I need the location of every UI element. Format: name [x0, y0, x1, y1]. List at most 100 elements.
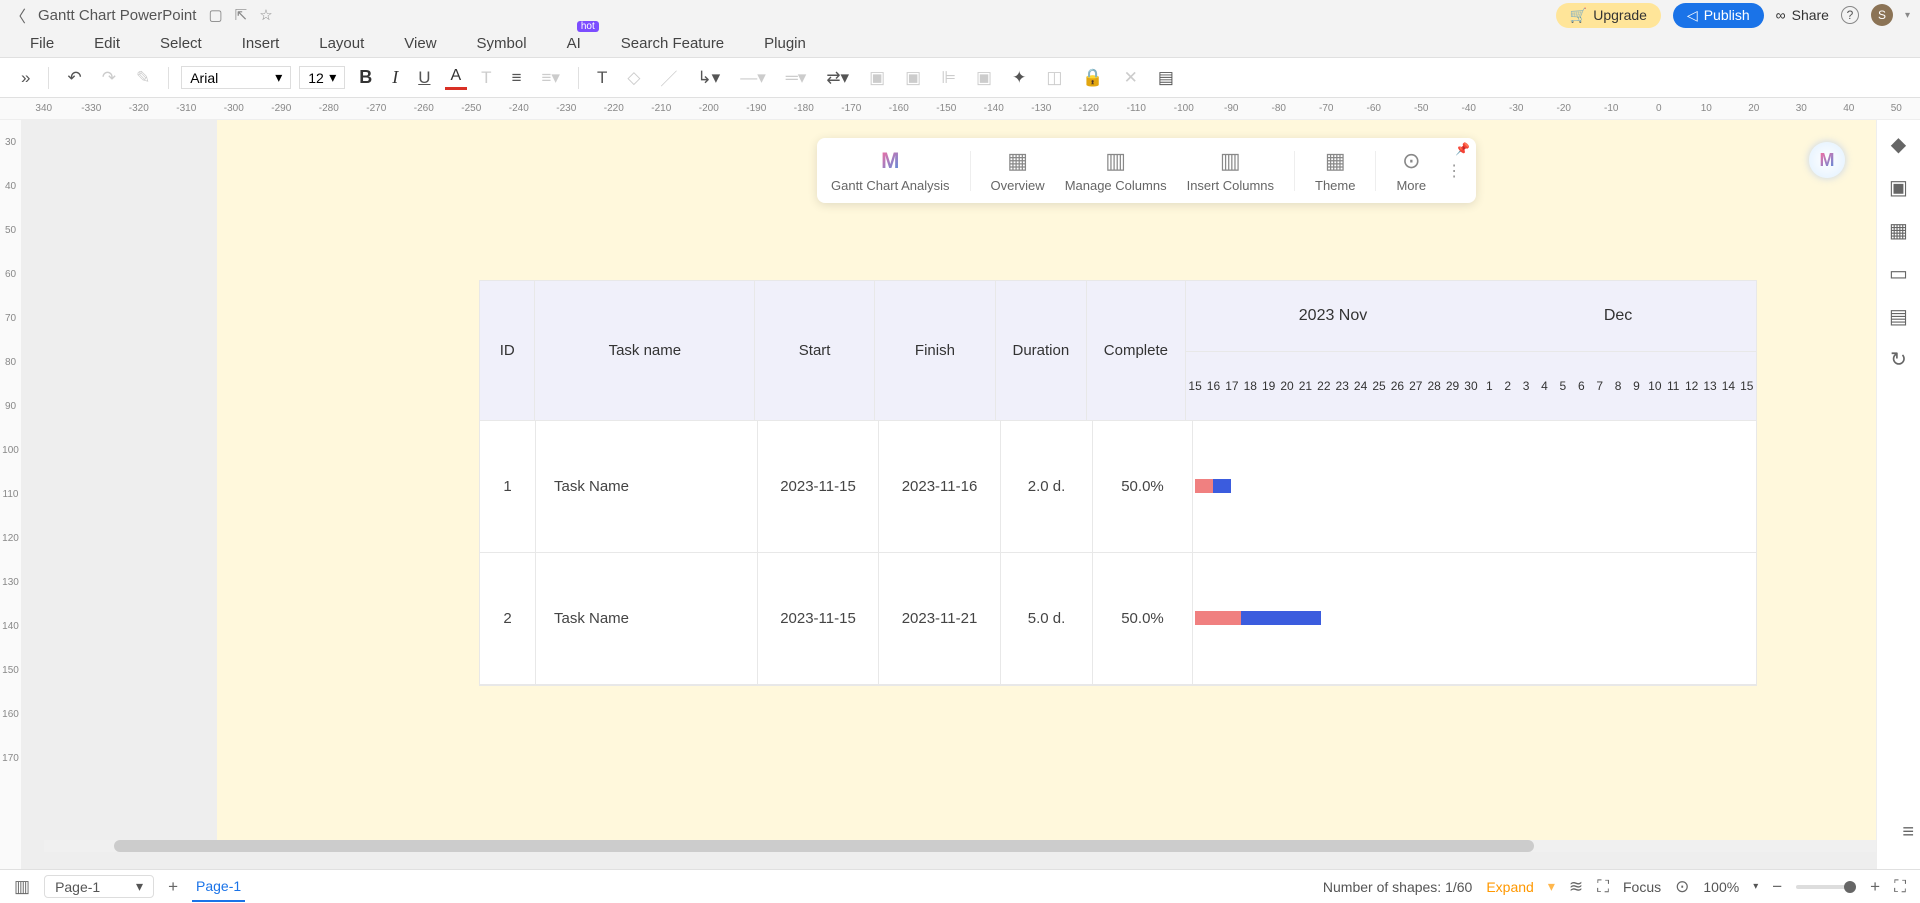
focus-mode-icon[interactable]: ⛶ — [1597, 877, 1609, 897]
history-icon[interactable]: ↻ — [1890, 347, 1907, 372]
vertical-dots-icon[interactable]: ⋮ — [1446, 161, 1462, 181]
gantt-bar[interactable] — [1195, 479, 1231, 493]
templates-icon[interactable]: ▦ — [1889, 218, 1908, 243]
horizontal-scrollbar[interactable] — [44, 840, 1876, 852]
cell-id[interactable]: 1 — [480, 421, 536, 552]
cell-id[interactable]: 2 — [480, 553, 536, 684]
col-header-duration[interactable]: Duration — [996, 281, 1087, 420]
menu-layout[interactable]: Layout — [319, 35, 364, 52]
font-size-select[interactable]: 12▾ — [299, 66, 345, 89]
ai-assistant-badge[interactable]: M — [1809, 142, 1845, 178]
format-painter-icon[interactable]: ✎ — [130, 66, 156, 90]
play-icon[interactable]: ⊙ — [1675, 877, 1689, 897]
focus-label[interactable]: Focus — [1623, 879, 1661, 895]
line-spacing-icon[interactable]: ≡▾ — [535, 66, 565, 90]
menu-select[interactable]: Select — [160, 35, 202, 52]
menu-file[interactable]: File — [30, 35, 54, 52]
zoom-slider[interactable] — [1796, 885, 1856, 889]
expand-button[interactable]: Expand — [1486, 879, 1533, 895]
pages-panel-icon[interactable]: ▥ — [14, 877, 30, 897]
add-page-icon[interactable]: + — [168, 877, 178, 897]
col-header-complete[interactable]: Complete — [1087, 281, 1186, 420]
upgrade-button[interactable]: 🛒Upgrade — [1556, 3, 1661, 28]
zoom-chevron-icon[interactable]: ▾ — [1753, 881, 1758, 892]
bring-front-icon[interactable]: ▣ — [863, 66, 891, 90]
page-select[interactable]: Page-1▾ — [44, 875, 154, 898]
cell-complete[interactable]: 50.0% — [1093, 553, 1193, 684]
fullscreen-icon[interactable]: ⛶ — [1894, 877, 1906, 897]
share-button[interactable]: ∞Share — [1776, 7, 1829, 23]
group-icon[interactable]: ▣ — [970, 66, 998, 90]
undo-icon[interactable]: ↶ — [61, 66, 87, 90]
menu-plugin[interactable]: Plugin — [764, 35, 806, 52]
align-objects-icon[interactable]: ⊫ — [935, 66, 962, 90]
bold-button[interactable]: B — [353, 65, 378, 90]
cell-finish[interactable]: 2023-11-16 — [879, 421, 1001, 552]
cell-timeline[interactable] — [1193, 553, 1756, 684]
text-tool-icon[interactable]: T — [591, 66, 613, 90]
gantt-bar[interactable] — [1195, 611, 1321, 625]
avatar-dropdown-icon[interactable]: ▾ — [1905, 10, 1910, 21]
menu-ai[interactable]: AIhot — [567, 35, 581, 52]
cell-name[interactable]: Task Name — [536, 553, 758, 684]
zoom-value[interactable]: 100% — [1703, 879, 1739, 895]
help-icon[interactable]: ? — [1841, 6, 1859, 24]
menu-insert[interactable]: Insert — [242, 35, 280, 52]
canvas[interactable]: M 📌 MGantt Chart Analysis ▦Overview ▥Man… — [22, 120, 1920, 880]
lock-icon[interactable]: 🔒 — [1076, 66, 1109, 90]
layers-icon[interactable]: ≋ — [1569, 877, 1583, 897]
page-tab[interactable]: Page-1 — [192, 872, 245, 902]
cell-start[interactable]: 2023-11-15 — [758, 553, 879, 684]
line-color-icon[interactable]: ／ — [654, 63, 683, 92]
menu-search-feature[interactable]: Search Feature — [621, 35, 724, 52]
user-avatar[interactable]: S — [1871, 4, 1893, 26]
pin-icon[interactable]: 📌 — [1455, 142, 1470, 156]
edit-shape-icon[interactable]: ◫ — [1040, 66, 1068, 90]
notes-icon[interactable]: ▤ — [1889, 304, 1908, 329]
scrollbar-thumb[interactable] — [114, 840, 1534, 852]
menu-view[interactable]: View — [404, 35, 436, 52]
underline-button[interactable]: U — [412, 66, 436, 90]
font-family-select[interactable]: Arial▾ — [181, 66, 291, 89]
ctx-theme[interactable]: ▦Theme — [1315, 148, 1355, 193]
cell-finish[interactable]: 2023-11-21 — [879, 553, 1001, 684]
ctx-more[interactable]: ⊙More — [1396, 148, 1426, 193]
effects-icon[interactable]: ✦ — [1006, 66, 1032, 90]
gantt-chart[interactable]: ID Task name Start Finish Duration Compl… — [479, 280, 1757, 686]
list-view-icon[interactable]: ≡ — [1902, 821, 1914, 844]
col-header-id[interactable]: ID — [480, 281, 535, 420]
line-weight-icon[interactable]: ═▾ — [780, 66, 813, 90]
expand-caret-icon[interactable]: ▾ — [1548, 878, 1555, 895]
cell-name[interactable]: Task Name — [536, 421, 758, 552]
line-style-icon[interactable]: —▾ — [734, 66, 772, 90]
align-icon[interactable]: ≡ — [506, 66, 528, 90]
cell-complete[interactable]: 50.0% — [1093, 421, 1193, 552]
export-icon[interactable]: ⇱ — [235, 6, 248, 24]
arrow-style-icon[interactable]: ⇄▾ — [820, 66, 855, 90]
tools-icon[interactable]: ✕ — [1118, 66, 1144, 90]
italic-button[interactable]: I — [386, 65, 404, 90]
back-icon[interactable]: 〈 — [10, 3, 26, 27]
ctx-gantt-analysis[interactable]: MGantt Chart Analysis — [831, 148, 950, 193]
col-header-name[interactable]: Task name — [535, 281, 755, 420]
send-back-icon[interactable]: ▣ — [899, 66, 927, 90]
font-color-button[interactable]: A — [445, 65, 468, 90]
paint-bucket-icon[interactable]: ◆ — [1891, 132, 1906, 157]
zoom-slider-thumb[interactable] — [1844, 881, 1856, 893]
cell-timeline[interactable] — [1193, 421, 1756, 552]
canvas-page[interactable]: M 📌 MGantt Chart Analysis ▦Overview ▥Man… — [217, 120, 1897, 840]
redo-icon[interactable]: ↷ — [96, 66, 122, 90]
expand-panel-icon[interactable]: » — [15, 66, 36, 90]
zoom-out-icon[interactable]: − — [1772, 877, 1782, 897]
ctx-manage-columns[interactable]: ▥Manage Columns — [1065, 148, 1167, 193]
presentation-icon[interactable]: ▭ — [1889, 261, 1908, 286]
cell-duration[interactable]: 5.0 d. — [1001, 553, 1093, 684]
publish-button[interactable]: ◁Publish — [1673, 3, 1764, 28]
ctx-overview[interactable]: ▦Overview — [991, 148, 1045, 193]
col-header-start[interactable]: Start — [755, 281, 875, 420]
star-icon[interactable]: ☆ — [259, 6, 272, 24]
connector-icon[interactable]: ↳▾ — [691, 66, 726, 90]
text-case-icon[interactable]: T — [475, 66, 497, 90]
page-setup-icon[interactable]: ▤ — [1152, 66, 1180, 90]
menu-edit[interactable]: Edit — [94, 35, 120, 52]
